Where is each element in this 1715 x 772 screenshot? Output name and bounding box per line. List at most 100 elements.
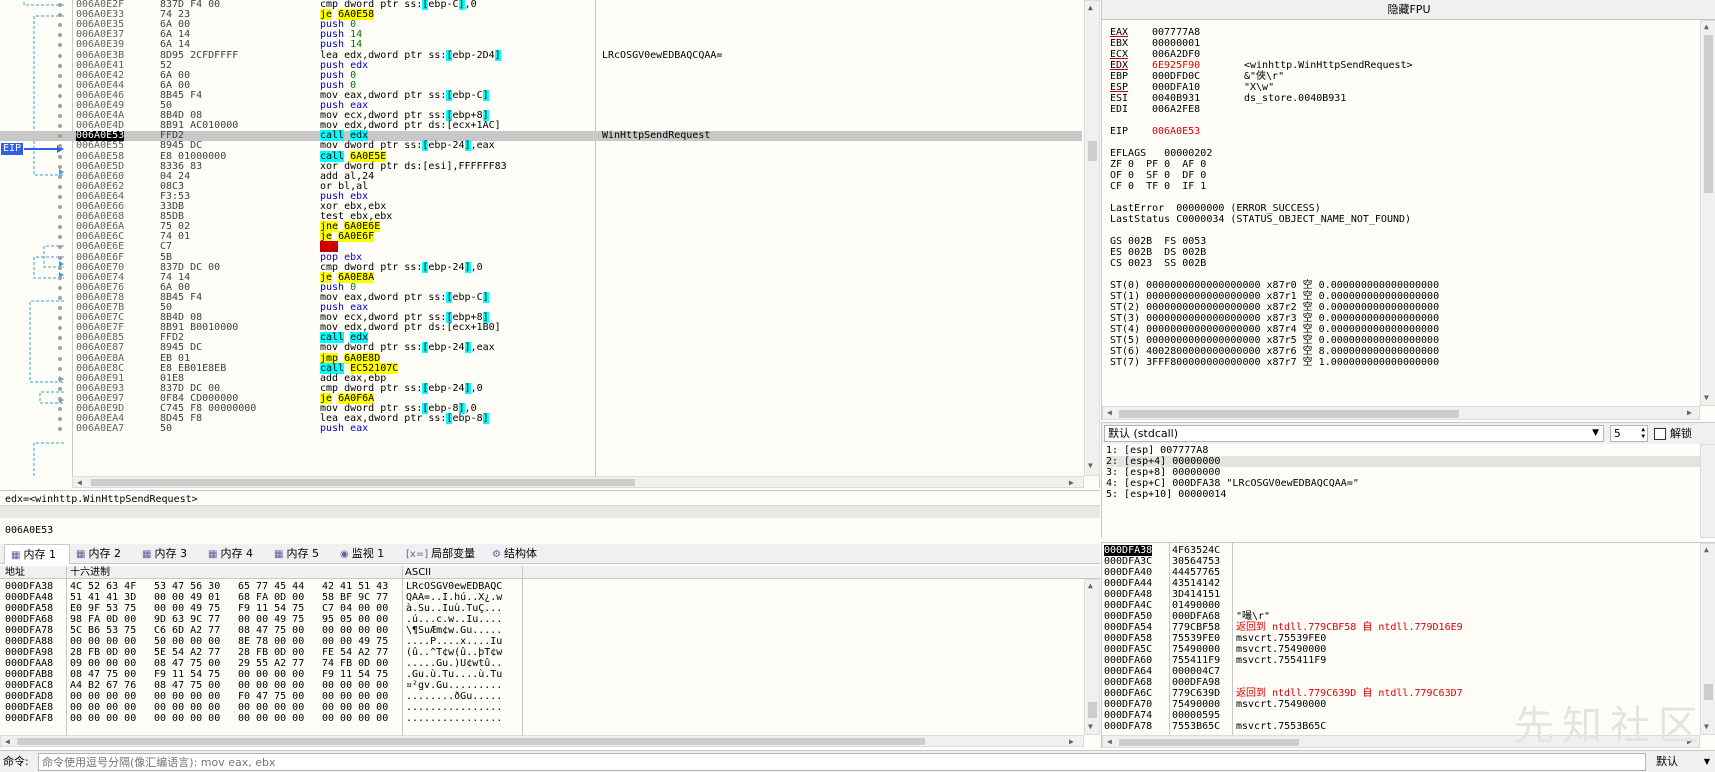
breakpoint-dot-icon[interactable] — [58, 255, 62, 260]
register-value[interactable]: 006A2FE8 — [1152, 104, 1200, 115]
stack-row[interactable]: 000DFA38 4F63524C — [1102, 545, 1700, 556]
disasm-vscroll[interactable]: ▲ ▼ — [1084, 0, 1100, 476]
breakpoint-dot-icon[interactable] — [58, 275, 62, 280]
scroll-left-icon[interactable]: ◀ — [77, 477, 82, 488]
fpu-register-row[interactable]: ST(1) 0000000000000000000 x87r1 空 0.0000… — [1110, 291, 1700, 302]
flag-row[interactable]: CF 0 TF 0 IF 1 — [1110, 181, 1700, 192]
disasm-row[interactable]: 006A0EA7 50 push eax — [0, 424, 1082, 434]
breakpoint-dot-icon[interactable] — [58, 104, 62, 108]
registers-hscroll-thumb[interactable] — [1119, 410, 1459, 418]
breakpoint-dot-icon[interactable] — [58, 184, 62, 189]
register-esp[interactable]: ESP 000DFA10 "X\w" — [1110, 82, 1700, 93]
register-esi[interactable]: ESI 0040B931 ds_store.0040B931 — [1110, 93, 1700, 104]
breakpoint-dot-icon[interactable] — [58, 285, 62, 290]
breakpoint-dot-icon[interactable] — [58, 194, 62, 199]
dump-row[interactable]: 000DFAC8 A4 B2 67 76 08 47 75 00 00 00 00 0… — [0, 680, 1080, 691]
flag-row[interactable]: ZF 0 PF 0 AF 0 — [1110, 159, 1700, 170]
scroll-up-icon[interactable]: ▲ — [1704, 22, 1709, 31]
dump-row[interactable]: 000DFA38 4C 52 63 4F 53 47 56 30 65 77 45 4… — [0, 581, 1080, 592]
stack-args-pane[interactable]: 1: [esp] 007777A8 2: [esp+4] 00000000 3: [… — [1101, 444, 1715, 538]
register-edx[interactable]: EDX 6E925F90 <winhttp.WinHttpSendRequest> — [1110, 60, 1700, 71]
scroll-down-icon[interactable]: ▼ — [1704, 393, 1709, 402]
register-eip[interactable]: EIP 006A0E53 — [1110, 126, 1700, 137]
dump-vscroll[interactable]: ▲ ▼ — [1084, 579, 1100, 735]
tab-memory-4[interactable]: ▦ 内存 4 — [202, 544, 268, 564]
registers-hscroll[interactable]: ◀ ▶ — [1102, 406, 1700, 420]
breakpoint-dot-icon[interactable] — [58, 306, 62, 310]
breakpoint-dot-icon[interactable] — [58, 43, 62, 48]
chevron-down-icon[interactable]: ▼ — [1592, 426, 1599, 441]
breakpoint-dot-icon[interactable] — [58, 33, 62, 38]
breakpoint-dot-icon[interactable] — [58, 134, 62, 139]
dump-hscroll-thumb[interactable] — [17, 738, 925, 745]
call-convention-select[interactable]: 默认 (stdcall) ▼ — [1104, 425, 1604, 442]
stack-row[interactable]: 000DFA48 3D414151 — [1102, 589, 1700, 600]
scroll-right-icon[interactable]: ▶ — [1069, 477, 1074, 488]
hide-fpu-button[interactable]: 隐藏FPU — [1102, 0, 1715, 20]
stack-row[interactable]: 000DFA44 43514142 — [1102, 578, 1700, 589]
fpu-register-row[interactable]: ST(4) 0000000000000000000 x87r4 空 0.0000… — [1110, 324, 1700, 335]
register-value[interactable]: 000DFD0C — [1152, 71, 1200, 82]
dump-row[interactable]: 000DFA78 5C B6 53 75 C6 6D A2 77 08 47 75 0… — [0, 625, 1080, 636]
breakpoint-dot-icon[interactable] — [58, 93, 62, 98]
fpu-register-row[interactable]: ST(3) 0000000000000000000 x87r3 空 0.0000… — [1110, 313, 1700, 324]
tab-memory-2[interactable]: ▦ 内存 2 — [70, 544, 136, 564]
tab-memory-6[interactable]: ◉ 监视 1 — [334, 544, 400, 564]
disasm-row[interactable]: 006A0E87 8945 DC mov dword ptr ss:[ebp-24]… — [0, 342, 1082, 354]
scroll-up-icon[interactable]: ▲ — [1704, 545, 1709, 554]
dump-row[interactable]: 000DFA58 E0 9F 53 75 00 00 49 75 F9 11 54 7… — [0, 603, 1080, 614]
arg-count-spinner[interactable]: 5 ▲ ▼ — [1610, 425, 1648, 442]
stack-arg-row[interactable]: 5: [esp+10] 00000014 — [1106, 489, 1702, 500]
scroll-up-icon[interactable]: ▲ — [1088, 581, 1093, 590]
register-value[interactable]: 0040B931 — [1152, 93, 1200, 104]
unlock-checkbox[interactable] — [1654, 428, 1666, 440]
breakpoint-dot-icon[interactable] — [58, 346, 62, 351]
breakpoint-dot-icon[interactable] — [58, 23, 62, 28]
breakpoint-dot-icon[interactable] — [58, 396, 62, 401]
breakpoint-dot-icon[interactable] — [58, 3, 62, 7]
registers-vscroll[interactable]: ▲ ▼ — [1700, 20, 1715, 406]
stack-row[interactable]: 000DFA68 000DFA98 — [1102, 677, 1700, 688]
stack-row[interactable]: 000DFA50 000DFA68 "嘬\r" — [1102, 611, 1700, 622]
register-ecx[interactable]: ECX 006A2DF0 — [1110, 49, 1700, 60]
dump-vscroll-thumb[interactable] — [1088, 702, 1097, 718]
breakpoint-dot-icon[interactable] — [58, 83, 62, 88]
args-vscroll[interactable] — [1700, 444, 1715, 538]
register-ebp[interactable]: EBP 000DFD0C &"俠\r" — [1110, 71, 1700, 82]
breakpoint-dot-icon[interactable] — [58, 114, 62, 119]
register-value[interactable]: 000DFA10 — [1152, 82, 1200, 93]
scroll-left-icon[interactable]: ◀ — [1107, 408, 1112, 417]
command-mode-select[interactable]: 默认 ▼ — [1652, 753, 1712, 771]
fpu-register-row[interactable]: ST(5) 0000000000000000000 x87r5 空 0.0000… — [1110, 335, 1700, 346]
stack-arg-row[interactable]: 2: [esp+4] 00000000 — [1106, 456, 1702, 467]
breakpoint-dot-icon[interactable] — [58, 13, 62, 18]
stack-row[interactable]: 000DFA4C 01490000 — [1102, 600, 1700, 611]
disasm-row[interactable]: 006A0E6E C7??? — [0, 241, 1082, 253]
memory-dump-pane[interactable]: 地址 十六进制 ASCII 000DFA38 4C 52 63 4F 53 47 5… — [0, 566, 1100, 748]
stack-pane[interactable]: 000DFA38 4F63524C 000DFA3C 30564753 000DFA40… — [1101, 542, 1715, 749]
disasm-row[interactable]: 006A0E39 6A 14 push 14 — [0, 40, 1082, 50]
fpu-register-row[interactable]: ST(0) 0000000000000000000 x87r0 空 0.0000… — [1110, 280, 1700, 291]
breakpoint-dot-icon[interactable] — [58, 215, 62, 220]
registers-vscroll-thumb[interactable] — [1704, 35, 1713, 193]
scroll-down-icon[interactable]: ▼ — [1088, 461, 1093, 470]
stack-arg-row[interactable]: 3: [esp+8] 00000000 — [1106, 467, 1702, 478]
stack-row[interactable]: 000DFA64 000004C7 — [1102, 666, 1700, 677]
breakpoint-dot-icon[interactable] — [58, 295, 62, 300]
stack-arg-row[interactable]: 1: [esp] 007777A8 — [1106, 445, 1702, 456]
segment-row[interactable]: CS 0023 SS 002B — [1110, 258, 1700, 269]
register-list[interactable]: EAX 007777A8 EBX 00000001 ECX 006A2DF0 EDX 6E92… — [1110, 27, 1700, 401]
breakpoint-dot-icon[interactable] — [58, 427, 62, 432]
register-value[interactable]: 007777A8 — [1152, 27, 1200, 38]
register-value[interactable]: 6E925F90 — [1152, 60, 1200, 71]
dump-row[interactable]: 000DFA88 00 00 00 00 50 00 00 00 8E 78 00 0… — [0, 636, 1080, 647]
breakpoint-dot-icon[interactable] — [58, 265, 62, 270]
tab-memory-1[interactable]: ▦ 内存 1 — [4, 544, 70, 564]
chevron-down-icon[interactable]: ▼ — [1704, 753, 1710, 770]
disasm-hscroll[interactable]: ◀ ▶ — [72, 476, 1084, 488]
registers-pane[interactable]: 隐藏FPU EAX 007777A8 EBX 00000001 ECX 006A2DF0 E… — [1101, 0, 1715, 420]
stack-row[interactable]: 000DFA58 75539FE0 msvcrt.75539FE0 — [1102, 633, 1700, 644]
register-edi[interactable]: EDI 006A2FE8 — [1110, 104, 1700, 115]
stack-arg-row[interactable]: 4: [esp+C] 000DFA38 "LRcOSGV0ewEDBAQCQAA… — [1106, 478, 1702, 489]
dump-row[interactable]: 000DFAD8 00 00 00 00 00 00 00 00 F0 47 75 0… — [0, 691, 1080, 702]
